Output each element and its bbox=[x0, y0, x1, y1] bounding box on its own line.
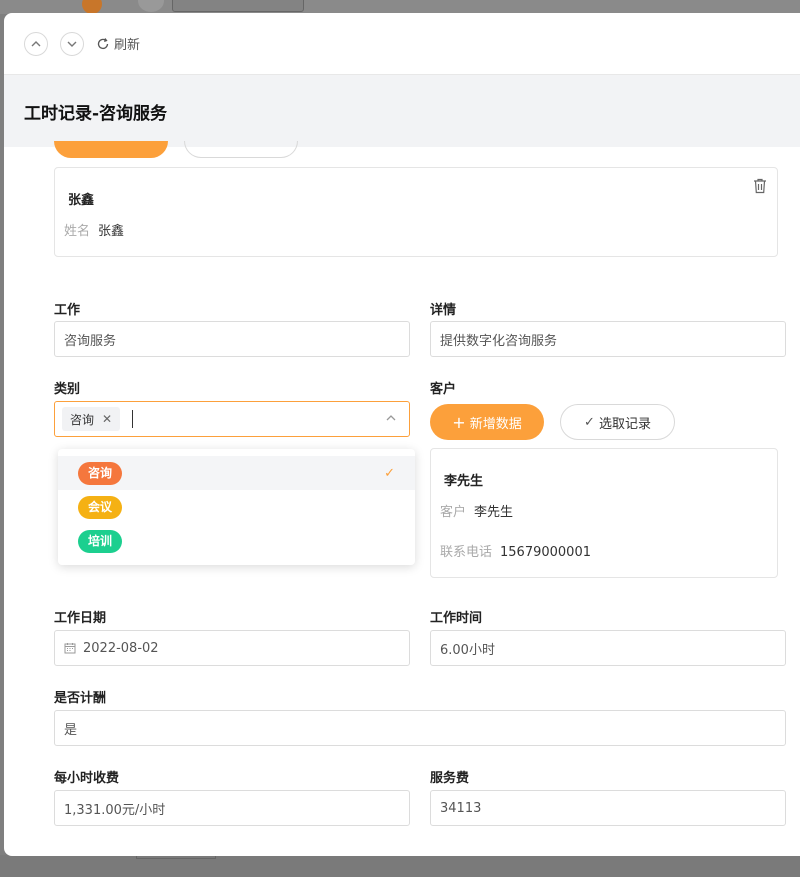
background-footer bbox=[0, 855, 800, 877]
refresh-icon bbox=[97, 37, 109, 49]
customer-label: 客户 bbox=[430, 382, 457, 397]
record-modal: 刷新 工时记录-咨询服务 张鑫 姓名 张鑫 工作 咨询服务 详情 提供数字化咨询服… bbox=[4, 13, 800, 856]
select-customer-button[interactable]: ✓ 选取记录 bbox=[560, 404, 675, 440]
remove-tag-icon[interactable]: ✕ bbox=[102, 412, 112, 426]
category-option-training[interactable]: 培训 bbox=[58, 524, 415, 558]
text-caret bbox=[132, 410, 134, 428]
select-employee-button[interactable] bbox=[184, 141, 298, 158]
work-label: 工作 bbox=[54, 303, 81, 318]
work-field[interactable]: 咨询服务 bbox=[54, 321, 410, 357]
next-record-button[interactable] bbox=[60, 31, 84, 56]
category-option-meeting[interactable]: 会议 bbox=[58, 490, 415, 524]
category-dropdown: 咨询 ✓ 会议 培训 bbox=[58, 449, 415, 565]
hourly-rate-label: 每小时收费 bbox=[54, 771, 120, 786]
category-option-label: 培训 bbox=[78, 529, 123, 553]
category-label: 类别 bbox=[54, 382, 81, 397]
service-fee-label: 服务费 bbox=[430, 771, 470, 786]
background-avatar bbox=[138, 0, 164, 12]
category-option-label: 咨询 bbox=[78, 461, 123, 485]
work-date-label: 工作日期 bbox=[54, 611, 107, 626]
category-option-consult[interactable]: 咨询 ✓ bbox=[58, 456, 415, 490]
calendar-icon bbox=[64, 643, 76, 654]
add-customer-button[interactable]: + 新增数据 bbox=[430, 404, 544, 440]
phone-label: 联系电话 bbox=[440, 545, 493, 560]
details-field[interactable]: 提供数字化咨询服务 bbox=[430, 321, 786, 357]
employee-name: 张鑫 bbox=[68, 193, 95, 208]
add-customer-label: 新增数据 bbox=[469, 416, 522, 432]
service-fee-field[interactable]: 34113 bbox=[430, 790, 786, 826]
customer-name: 李先生 bbox=[444, 474, 484, 489]
refresh-button[interactable]: 刷新 bbox=[96, 34, 140, 53]
previous-record-button[interactable] bbox=[24, 31, 48, 56]
plus-icon: + bbox=[452, 412, 466, 432]
details-label: 详情 bbox=[430, 303, 457, 318]
background-tab bbox=[172, 0, 304, 12]
add-employee-button[interactable] bbox=[54, 141, 168, 158]
selected-category-label: 咨询 bbox=[70, 412, 95, 427]
selected-category-tag: 咨询 ✕ bbox=[62, 407, 121, 431]
select-customer-label: 选取记录 bbox=[598, 416, 651, 432]
billable-field[interactable]: 是 bbox=[54, 710, 786, 746]
modal-toolbar: 刷新 bbox=[4, 13, 800, 75]
check-icon: ✓ bbox=[384, 465, 395, 481]
chevron-up-icon bbox=[31, 40, 41, 46]
employee-card[interactable]: 张鑫 姓名 张鑫 bbox=[54, 167, 778, 257]
employee-field-value: 张鑫 bbox=[98, 224, 125, 239]
page-title: 工时记录-咨询服务 bbox=[24, 103, 168, 124]
employee-field-label: 姓名 bbox=[64, 224, 91, 239]
work-date-field[interactable]: 2022-08-02 bbox=[54, 630, 410, 666]
customer-field-label: 客户 bbox=[440, 505, 467, 520]
refresh-label: 刷新 bbox=[114, 38, 141, 53]
title-bar: 工时记录-咨询服务 bbox=[4, 75, 800, 147]
customer-card[interactable]: 李先生 客户 李先生 联系电话 15679000001 bbox=[430, 448, 778, 578]
background-add-icon bbox=[82, 0, 102, 14]
category-select[interactable]: 咨询 ✕ bbox=[54, 401, 410, 437]
billable-label: 是否计酬 bbox=[54, 691, 107, 706]
check-icon: ✓ bbox=[584, 414, 595, 430]
background-app bbox=[0, 0, 800, 14]
delete-icon[interactable] bbox=[753, 178, 767, 194]
category-option-label: 会议 bbox=[78, 495, 123, 519]
form-content: 张鑫 姓名 张鑫 工作 咨询服务 详情 提供数字化咨询服务 类别 咨询 ✕ 咨询 … bbox=[24, 141, 800, 856]
work-date-value: 2022-08-02 bbox=[83, 640, 159, 656]
chevron-up-icon[interactable] bbox=[385, 412, 397, 424]
work-time-field[interactable]: 6.00小时 bbox=[430, 630, 786, 666]
hourly-rate-field[interactable]: 1,331.00元/小时 bbox=[54, 790, 410, 826]
customer-field-value: 李先生 bbox=[474, 505, 514, 520]
work-time-label: 工作时间 bbox=[430, 611, 483, 626]
phone-value: 15679000001 bbox=[500, 545, 591, 560]
chevron-down-icon bbox=[67, 41, 77, 47]
